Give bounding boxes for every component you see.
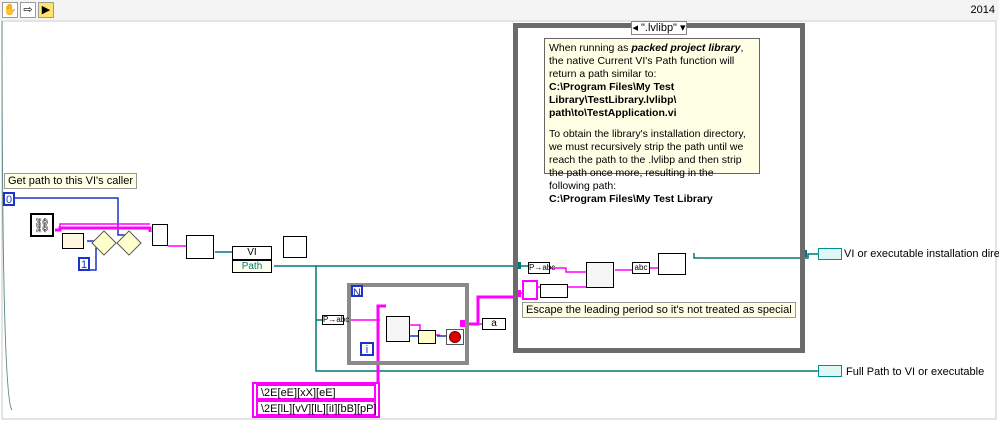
comment-box: When running as packed project library, … [544,38,760,205]
comment-para1: When running as packed project library, … [549,42,744,80]
loop-index-terminal: i [360,342,374,356]
match-regex-loop-node[interactable] [386,316,410,342]
path-to-string-node[interactable]: P→abc [528,262,555,274]
path-to-string-loop-node[interactable]: P→abc [322,315,349,325]
zero-constant[interactable]: 0 [3,192,15,206]
one-constant[interactable]: 1 [78,257,90,271]
path-indicator-full[interactable] [818,365,842,377]
string-to-path-node[interactable]: abc [632,262,650,274]
comment-para2: To obtain the library's installation dir… [549,128,746,192]
path-indicator-install[interactable] [818,248,842,260]
stop-condition-icon[interactable] [446,329,464,345]
case-selector-label: ".lvlibp" [641,22,677,34]
compare-loop-node[interactable] [418,330,436,344]
concatenate-node[interactable] [540,284,568,298]
close-reference-node[interactable] [283,236,307,258]
index-array-node[interactable] [152,224,168,246]
path-property[interactable]: Path [232,260,272,273]
case-selector-dropdown-icon[interactable]: ▾ [680,22,686,34]
comment-path-example: C:\Program Files\My Test Library\TestLib… [549,81,677,119]
property-node[interactable]: VI [232,246,272,260]
escape-period-label: Escape the leading period so it's not tr… [522,302,796,318]
strip-path-node[interactable] [658,253,686,275]
block-diagram [1,20,997,420]
property-vi-label: VI [247,247,257,258]
call-chain-icon[interactable]: ⛓ [30,213,54,237]
case-selector-prev-icon[interactable]: ◂ [632,22,638,34]
install-directory-label: VI or executable installation directory [844,248,999,260]
path-property-label: Path [241,261,263,272]
open-vi-ref-node[interactable] [186,235,214,259]
full-path-label: Full Path to VI or executable [846,366,985,378]
case-a-node[interactable]: a [482,318,506,330]
regex-constant-exe[interactable]: \2E[eE][xX][eE] [256,384,376,400]
case-selector[interactable]: ◂ ".lvlibp" ▾ ▸ [631,21,687,47]
get-path-label: Get path to this VI's caller [4,173,137,189]
diagram-border [1,20,997,420]
comment-result-path: C:\Program Files\My Test Library [549,193,713,205]
regex-constant-lvlibp[interactable]: \2E[lL][vV][lL][iI][bB][pP] [256,400,377,416]
array-size-node[interactable] [62,233,84,249]
diagram-edge-wire [1,20,13,411]
loop-count-terminal: N [351,285,363,299]
match-regex-node[interactable] [586,262,614,288]
